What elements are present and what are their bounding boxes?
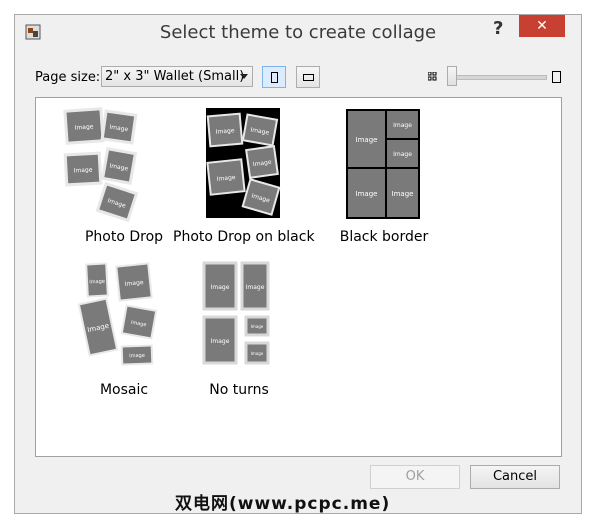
svg-text:Image: Image	[74, 123, 94, 131]
portrait-icon	[271, 72, 278, 83]
image-placeholder: Image	[240, 261, 270, 311]
svg-text:Image: Image	[129, 353, 145, 360]
close-button[interactable]: ✕	[519, 15, 565, 37]
landscape-icon	[303, 74, 314, 81]
landscape-orientation-button[interactable]	[296, 66, 320, 88]
svg-text:Image: Image	[356, 190, 378, 198]
image-placeholder: Image	[202, 261, 238, 311]
image-placeholder: Image	[387, 169, 418, 217]
svg-text:Image: Image	[211, 284, 230, 291]
image-placeholder: Image	[120, 344, 154, 366]
cancel-button[interactable]: Cancel	[470, 465, 560, 489]
large-thumbnails-icon	[552, 71, 561, 83]
theme-label: No turns	[209, 382, 269, 398]
slider-thumb[interactable]	[447, 66, 457, 86]
svg-text:Image: Image	[393, 151, 412, 158]
watermark: 双电网(www.pcpc.me)	[175, 494, 391, 514]
image-placeholder: Image	[63, 107, 105, 145]
svg-text:Image: Image	[89, 279, 105, 286]
image-placeholder: Image	[245, 145, 279, 179]
theme-label: Black border	[339, 229, 429, 245]
toolbar: Page size: 2" x 3" Wallet (Small)	[15, 61, 581, 91]
image-placeholder: Image	[63, 151, 103, 187]
image-placeholder: Image	[120, 304, 158, 340]
image-placeholder: Image	[95, 181, 139, 222]
help-button[interactable]: ?	[493, 18, 503, 39]
theme-thumbnail: Image Image Image Image Image	[346, 109, 420, 219]
image-placeholder: Image	[244, 315, 270, 337]
image-placeholder: Image	[348, 111, 385, 167]
image-placeholder: Image	[100, 147, 138, 185]
image-placeholder: Image	[77, 297, 119, 357]
svg-text:Image: Image	[74, 166, 93, 174]
theme-no-turns[interactable]: Image Image Image Image Image No turns	[169, 255, 309, 405]
page-size-label: Page size:	[35, 70, 101, 85]
image-placeholder: Image	[115, 262, 153, 302]
image-placeholder: Image	[100, 109, 138, 145]
svg-text:Image: Image	[251, 351, 264, 356]
image-placeholder: Image	[206, 112, 244, 148]
theme-thumbnail: Image Image Image Image Image	[206, 108, 281, 218]
svg-text:Image: Image	[393, 122, 412, 129]
chevron-down-icon	[240, 74, 248, 79]
page-size-value: 2" x 3" Wallet (Small)	[105, 69, 245, 84]
image-placeholder: Image	[348, 169, 385, 217]
image-placeholder: Image	[85, 262, 109, 298]
page-size-dropdown[interactable]: 2" x 3" Wallet (Small)	[101, 66, 253, 87]
theme-black-border[interactable]: Image Image Image Image Image Black bord…	[314, 102, 454, 252]
theme-gallery[interactable]: Image Image Image Image Image Photo Drop…	[35, 97, 562, 457]
image-placeholder: Image	[387, 140, 418, 167]
svg-text:Image: Image	[392, 190, 414, 198]
title-bar: Select theme to create collage ? ✕	[15, 15, 581, 49]
image-placeholder: Image	[241, 113, 279, 147]
image-placeholder: Image	[206, 158, 246, 196]
theme-thumbnail: Image Image Image Image Image	[202, 261, 270, 365]
svg-text:Image: Image	[211, 338, 230, 345]
theme-label: Photo Drop on black	[173, 229, 315, 245]
ok-button[interactable]: OK	[370, 465, 460, 489]
portrait-orientation-button[interactable]	[262, 66, 286, 88]
small-thumbnails-icon	[428, 72, 437, 81]
image-placeholder: Image	[202, 315, 238, 365]
svg-text:Image: Image	[251, 324, 264, 329]
svg-text:Image: Image	[246, 284, 265, 291]
thumbnail-size-slider[interactable]	[447, 75, 547, 80]
collage-theme-dialog: Select theme to create collage ? ✕ Page …	[14, 14, 582, 514]
theme-photo-drop-on-black[interactable]: Image Image Image Image Image Photo Drop…	[173, 102, 315, 252]
image-placeholder: Image	[387, 111, 418, 138]
svg-text:Image: Image	[356, 136, 378, 144]
image-placeholder: Image	[244, 341, 270, 365]
